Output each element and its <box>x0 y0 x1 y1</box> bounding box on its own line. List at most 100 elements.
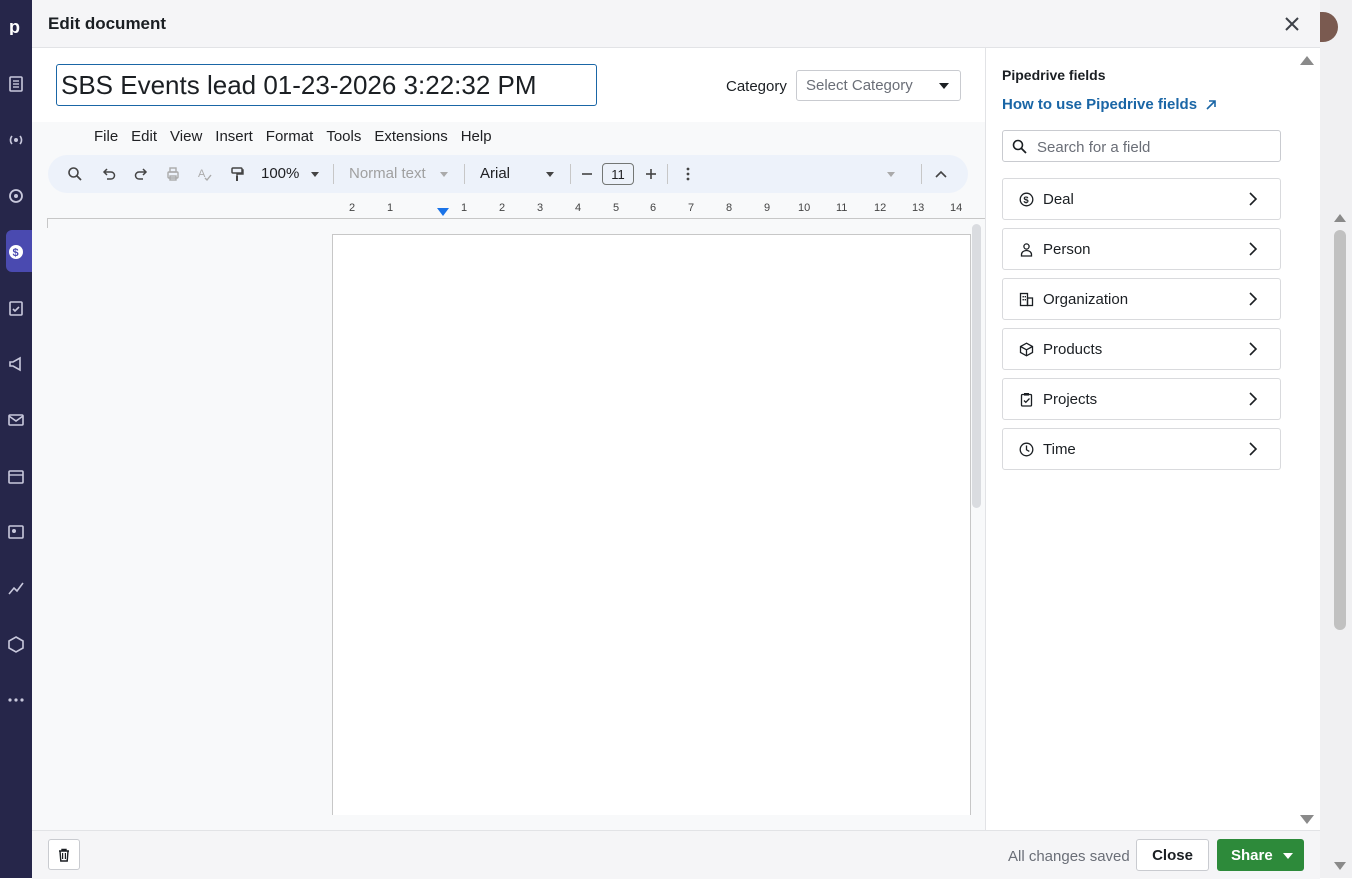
chevron-right-icon <box>1249 392 1258 406</box>
background-scroll-up-icon[interactable] <box>1334 214 1346 222</box>
field-group-label: Products <box>1043 341 1103 358</box>
ruler-label: 13 <box>912 202 925 214</box>
menu-edit[interactable]: Edit <box>131 128 157 152</box>
trash-icon <box>59 848 69 862</box>
font-size-input[interactable]: 11 <box>602 163 634 185</box>
field-group-time[interactable]: Time <box>1002 428 1281 470</box>
search-input[interactable] <box>1035 135 1274 159</box>
category-label: Category <box>726 78 787 95</box>
zoom-caret-icon <box>311 172 319 177</box>
google-docs-embed: File Edit View Insert Format Tools Exten… <box>32 122 985 873</box>
leads-icon[interactable] <box>0 64 32 104</box>
print-icon[interactable] <box>164 164 182 184</box>
products-nav-icon[interactable] <box>0 624 32 664</box>
svg-text:$: $ <box>1023 195 1029 206</box>
ruler-label: 8 <box>726 202 733 214</box>
ruler-label: 2 <box>499 202 506 214</box>
ruler-label: 3 <box>537 202 544 214</box>
document-title-input[interactable] <box>56 64 597 106</box>
style-select[interactable]: Normal text <box>349 165 426 182</box>
insights-icon[interactable] <box>0 568 32 608</box>
menu-help[interactable]: Help <box>461 128 492 152</box>
external-link-icon <box>1206 99 1216 110</box>
panel-scroll-up-icon[interactable] <box>1300 56 1314 65</box>
indent-marker-icon[interactable] <box>437 208 449 216</box>
svg-text:A: A <box>198 168 206 180</box>
share-caret-icon[interactable] <box>1283 853 1293 859</box>
spellcheck-icon[interactable]: A <box>196 164 214 184</box>
ruler-label: 4 <box>575 202 582 214</box>
panel-scroll-down-icon[interactable] <box>1300 815 1314 824</box>
close-button[interactable]: Close <box>1136 839 1209 871</box>
dollar-circle-icon: $ <box>1019 192 1034 207</box>
menu-tools[interactable]: Tools <box>326 128 361 152</box>
document-page[interactable] <box>332 234 971 815</box>
redo-icon[interactable] <box>132 164 150 184</box>
pipedrive-logo-icon[interactable]: p <box>0 6 32 46</box>
zoom-select[interactable]: 100% <box>261 165 299 182</box>
collapse-toolbar-icon[interactable] <box>933 164 949 184</box>
app-sidebar: p $ <box>0 0 32 878</box>
ruler-label: 11 <box>836 202 848 214</box>
help-link-label: How to use Pipedrive fields <box>1002 96 1198 113</box>
menu-insert[interactable]: Insert <box>215 128 253 152</box>
mode-caret-icon[interactable] <box>887 172 895 177</box>
ruler-label: 1 <box>461 202 468 214</box>
background-scrollbar[interactable] <box>1334 230 1346 630</box>
pipedrive-fields-panel: Pipedrive fields How to use Pipedrive fi… <box>986 48 1320 830</box>
contacts-icon[interactable] <box>0 512 32 552</box>
target-icon[interactable] <box>0 176 32 216</box>
chevron-right-icon <box>1249 342 1258 356</box>
ruler-label: 6 <box>650 202 657 214</box>
clipboard-icon <box>1020 393 1033 407</box>
close-icon[interactable] <box>1282 14 1302 34</box>
toolbar-separator <box>464 164 465 184</box>
field-group-label: Projects <box>1043 391 1098 408</box>
ruler: 2 1 1 2 3 4 5 6 7 8 9 10 11 12 13 14 <box>47 202 985 219</box>
undo-icon[interactable] <box>100 164 118 184</box>
font-select[interactable]: Arial <box>480 165 510 182</box>
field-group-label: Deal <box>1043 191 1074 208</box>
category-select[interactable]: Select Category <box>796 70 961 101</box>
increase-font-size-icon[interactable] <box>643 164 659 184</box>
help-link[interactable]: How to use Pipedrive fields <box>1002 96 1218 113</box>
ruler-label: 1 <box>387 202 394 214</box>
mail-icon[interactable] <box>0 400 32 440</box>
field-group-label: Time <box>1043 441 1076 458</box>
more-icon[interactable] <box>0 680 32 720</box>
field-group-products[interactable]: Products <box>1002 328 1281 370</box>
person-icon <box>1020 243 1033 257</box>
menu-format[interactable]: Format <box>266 128 314 152</box>
campaigns-icon[interactable] <box>0 344 32 384</box>
menu-file[interactable]: File <box>94 128 118 152</box>
modal-header: Edit document <box>32 0 1320 48</box>
tasks-icon[interactable] <box>0 288 32 328</box>
modal-footer: All changes saved Close Share <box>32 830 1320 879</box>
field-group-deal[interactable]: $ Deal <box>1002 178 1281 220</box>
panel-title: Pipedrive fields <box>1002 67 1106 83</box>
field-search[interactable] <box>1002 130 1281 162</box>
search-menus-icon[interactable] <box>66 164 84 184</box>
field-group-projects[interactable]: Projects <box>1002 378 1281 420</box>
more-options-icon[interactable] <box>680 164 696 184</box>
background-scroll-down-icon[interactable] <box>1334 862 1346 870</box>
decrease-font-size-icon[interactable] <box>579 164 595 184</box>
ruler-label: 9 <box>764 202 771 214</box>
calendar-icon[interactable] <box>0 456 32 496</box>
save-status: All changes saved <box>1008 848 1130 865</box>
ruler-label: 5 <box>613 202 620 214</box>
style-caret-icon <box>440 172 448 177</box>
broadcast-icon[interactable] <box>0 120 32 160</box>
docs-vertical-scrollbar[interactable] <box>972 224 981 508</box>
field-group-person[interactable]: Person <box>1002 228 1281 270</box>
ruler-label: 2 <box>349 202 356 214</box>
paint-format-icon[interactable] <box>228 164 246 184</box>
delete-button[interactable] <box>48 839 80 870</box>
field-group-organization[interactable]: Organization <box>1002 278 1281 320</box>
menu-extensions[interactable]: Extensions <box>374 128 447 152</box>
deals-icon[interactable]: $ <box>0 232 32 272</box>
chevron-right-icon <box>1249 192 1258 206</box>
svg-text:p: p <box>9 17 20 35</box>
ruler-label: 14 <box>950 202 963 214</box>
menu-view[interactable]: View <box>170 128 202 152</box>
